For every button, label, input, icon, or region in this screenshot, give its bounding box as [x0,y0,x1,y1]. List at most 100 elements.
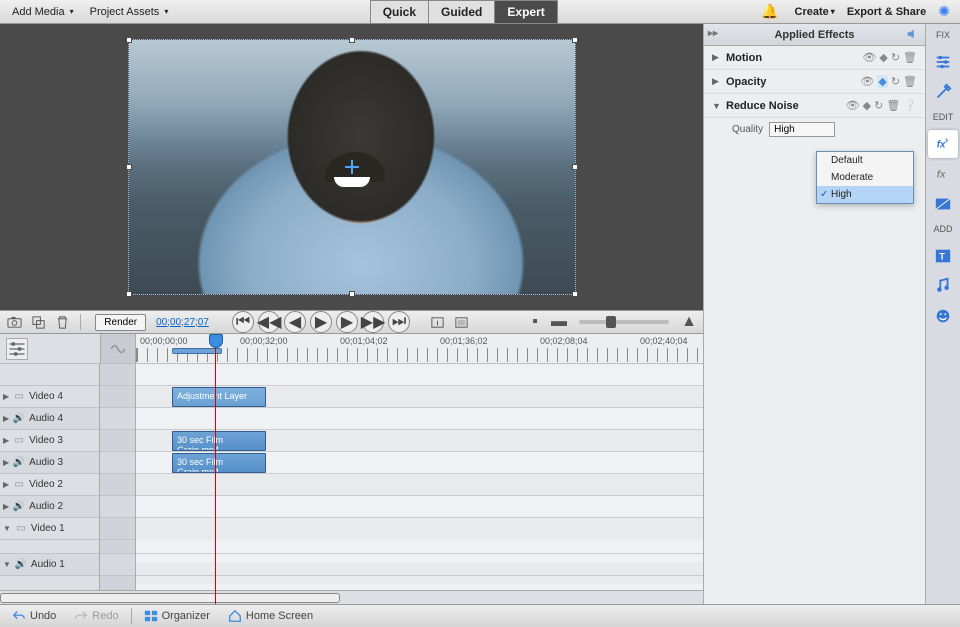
tab-expert[interactable]: Expert [495,0,557,24]
effect-opacity-row[interactable]: ▶Opacity 👁◆↻🗑 [704,70,925,94]
svg-text:fx: fx [937,140,946,151]
safe-margins-icon[interactable] [427,312,447,332]
quality-dropdown[interactable]: High [769,122,835,137]
clip-filmgrain-audio[interactable]: 30 sec Film Grain.mp4 [172,453,266,473]
trash-icon[interactable]: 🗑 [903,75,917,88]
step-forward-icon[interactable]: ▶▶ [362,311,384,333]
titles-icon[interactable]: T [928,242,958,270]
track-header-audio4[interactable]: ▶🔊Audio 4 [0,408,99,430]
track-header-video1[interactable]: ▼▭Video 1 [0,518,99,540]
quality-option-high[interactable]: High [817,186,913,203]
collapse-panel-icon[interactable]: ▸▸ [708,28,718,39]
add-media-menu[interactable]: Add Media [4,6,82,18]
eye-icon[interactable]: 👁 [862,51,876,64]
settings-gear-icon[interactable]: ✺ [932,3,956,20]
resize-handle-se[interactable] [572,291,578,297]
resize-handle-sw[interactable] [126,291,132,297]
undo-button[interactable]: Undo [6,609,62,623]
keyframe-icon[interactable]: ◆ [863,99,871,112]
time-ruler[interactable]: 00;00;00;00 00;00;32;00 00;01;04;02 00;0… [136,334,703,363]
effect-reduce-noise-row[interactable]: ▼Reduce Noise 👁◆↻🗑❔ [704,94,925,118]
track-header-audio2[interactable]: ▶🔊Audio 2 [0,496,99,518]
resize-handle-e[interactable] [572,164,578,170]
clip-adjustment-layer[interactable]: Adjustment Layer [172,387,266,407]
play-icon[interactable]: ▶ [310,311,332,333]
zoom-in-icon[interactable]: ▲ [679,312,699,332]
frame-forward-icon[interactable]: ▶ [336,311,358,333]
trash-icon[interactable]: 🗑 [903,51,917,64]
help-icon[interactable]: ❔ [903,99,917,112]
keyframe-icon[interactable]: ◆ [877,75,887,88]
resize-handle-ne[interactable] [572,37,578,43]
track-header-video3[interactable]: ▶▭Video 3 [0,430,99,452]
export-share[interactable]: Export & Share [841,6,932,18]
scrollbar-thumb[interactable] [0,593,340,603]
delete-trash-icon[interactable] [52,312,72,332]
step-back-icon[interactable]: ◀◀ [258,311,280,333]
zoom-knob[interactable] [606,316,616,328]
eye-icon[interactable]: 👁 [860,75,874,88]
track-header-video4[interactable]: ▶▭Video 4 [0,386,99,408]
reset-icon[interactable]: ↻ [891,75,900,88]
resize-handle-n[interactable] [349,37,355,43]
current-timecode[interactable]: 00;00;27;07 [150,317,215,328]
organizer-button[interactable]: Organizer [138,609,216,623]
tab-quick[interactable]: Quick [370,0,429,24]
graphics-icon[interactable] [928,302,958,330]
keyframe-icon[interactable]: ◆ [879,51,887,64]
anchor-point-icon[interactable] [345,160,359,174]
notifications-icon[interactable]: 🔔 [751,3,788,20]
redo-button[interactable]: Redo [68,609,124,623]
quality-dropdown-list: Default Moderate High [816,151,914,204]
track-header-video2[interactable]: ▶▭Video 2 [0,474,99,496]
timeline-options-icon[interactable] [6,338,28,360]
applied-effects-header: ▸▸ Applied Effects [704,24,925,46]
reset-icon[interactable]: ↻ [891,51,900,64]
svg-text:fx: fx [937,170,946,181]
go-to-start-icon[interactable]: ⏮ [232,311,254,333]
create-menu[interactable]: Create [789,6,841,18]
tab-guided[interactable]: Guided [429,0,495,24]
applied-effects-icon[interactable]: fx [928,130,958,158]
project-assets-menu[interactable]: Project Assets [82,6,177,18]
zoom-fit-icon[interactable]: ▬ [549,312,569,332]
snapshot-camera-icon[interactable] [4,312,24,332]
duplicate-icon[interactable] [28,312,48,332]
track-header-audio3[interactable]: ▶🔊Audio 3 [0,452,99,474]
frame-back-icon[interactable]: ◀ [284,311,306,333]
quality-option-moderate[interactable]: Moderate [817,169,913,186]
adjust-icon[interactable] [928,48,958,76]
snap-toggle-icon[interactable] [100,334,136,363]
audio-effects-icon[interactable] [905,27,919,44]
rail-label-add: ADD [933,224,952,234]
track-header-audio1[interactable]: ▼🔊Audio 1 [0,554,99,576]
effects-icon[interactable]: fx [928,160,958,188]
timeline-scrollbar[interactable] [0,590,703,604]
resize-handle-nw[interactable] [126,37,132,43]
video-frame[interactable] [129,40,575,294]
track-gutter [100,364,136,604]
eye-icon[interactable]: 👁 [846,99,860,112]
music-icon[interactable] [928,272,958,300]
tools-icon[interactable] [928,78,958,106]
transitions-icon[interactable] [928,190,958,218]
left-column: Render 00;00;27;07 ⏮ ◀◀ ◀ ▶ ▶ ▶▶ ⏭ ▪ ▬ ▲ [0,24,703,604]
effect-motion-row[interactable]: ▶Motion 👁◆↻🗑 [704,46,925,70]
resize-handle-w[interactable] [126,164,132,170]
render-button[interactable]: Render [95,314,146,331]
track-lanes[interactable]: Adjustment Layer 30 sec Film Grain.mp4 3… [136,364,703,604]
track-area: ▶▭Video 4 ▶🔊Audio 4 ▶▭Video 3 ▶🔊Audio 3 … [0,364,703,604]
playhead[interactable] [215,334,216,604]
clip-filmgrain-video[interactable]: 30 sec Film Grain.mp4 [172,431,266,451]
transport-bar: Render 00;00;27;07 ⏮ ◀◀ ◀ ▶ ▶ ▶▶ ⏭ ▪ ▬ ▲ [0,310,703,334]
mode-tabset: Quick Guided Expert [370,0,558,24]
fullscreen-icon[interactable] [451,312,471,332]
zoom-out-icon[interactable]: ▪ [525,312,545,332]
zoom-slider[interactable] [579,320,669,324]
trash-icon[interactable]: 🗑 [886,99,900,112]
resize-handle-s[interactable] [349,291,355,297]
quality-option-default[interactable]: Default [817,152,913,169]
reset-icon[interactable]: ↻ [874,99,883,112]
go-to-end-icon[interactable]: ⏭ [388,311,410,333]
home-screen-button[interactable]: Home Screen [222,609,319,623]
